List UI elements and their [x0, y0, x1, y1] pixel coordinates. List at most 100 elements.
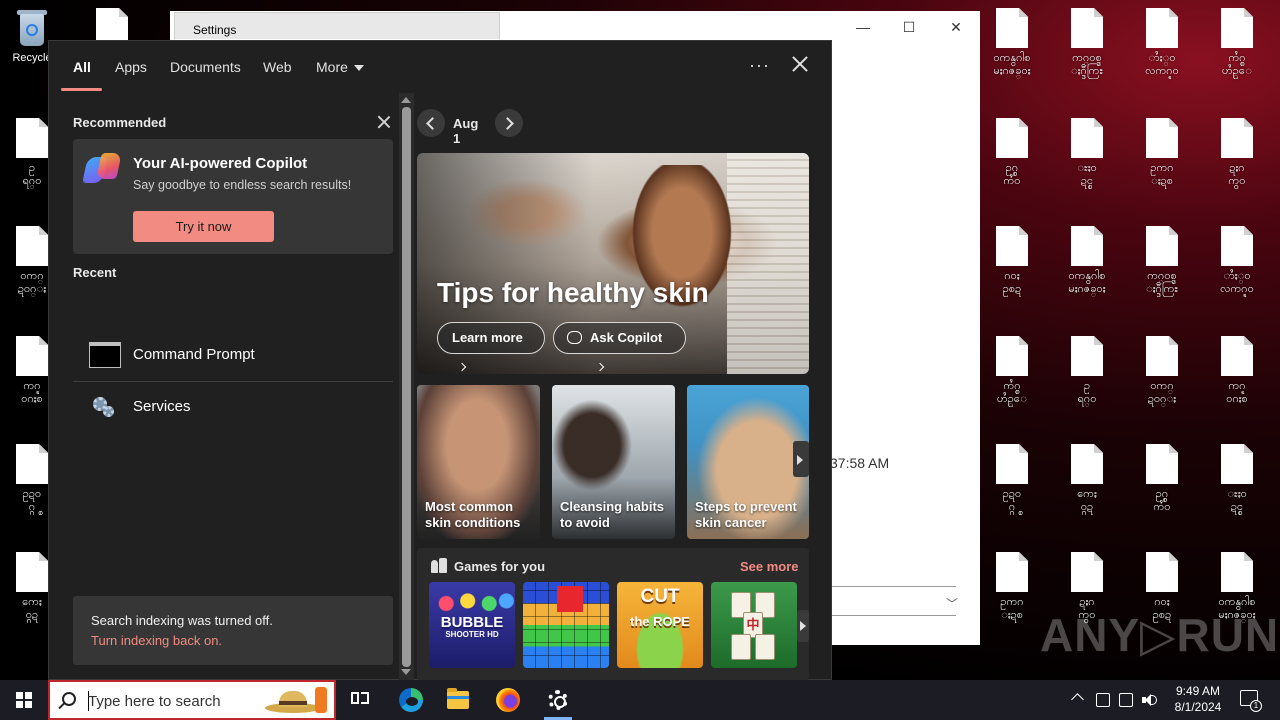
- document-icon: [1221, 444, 1253, 484]
- game-blocks[interactable]: [523, 582, 609, 668]
- volume-icon[interactable]: [1142, 693, 1158, 707]
- games-next-arrow-icon[interactable]: [797, 610, 809, 642]
- desktop-file-icon[interactable]: ဝကနွဂါစ မႈဂဇခ္ဝႏ: [1051, 226, 1123, 296]
- tiles-next-arrow-icon[interactable]: [793, 441, 809, 477]
- show-hidden-icons-chevron-icon[interactable]: [1071, 693, 1084, 706]
- document-icon: [1071, 226, 1103, 266]
- game-bubble-shooter[interactable]: BUBBLE SHOOTER HD: [429, 582, 515, 668]
- task-view-button[interactable]: [336, 680, 384, 720]
- document-icon: [1221, 336, 1253, 376]
- edge-taskbar-button[interactable]: [386, 680, 434, 720]
- desktop-file-icon[interactable]: ဥဂ္စ ကႆဝ: [1126, 444, 1198, 514]
- tab-apps[interactable]: Apps: [115, 59, 147, 75]
- recent-item-label: Services: [133, 398, 191, 415]
- learn-more-button[interactable]: Learn more: [437, 322, 545, 372]
- desktop-file-icon[interactable]: ကဂ္ဝစ္ဒ ႏဂ္ဒီကြႊ: [1126, 226, 1198, 296]
- services-gear-icon: [93, 397, 115, 417]
- results-column: Recommended Your AI-powered Copilot Say …: [49, 93, 399, 681]
- document-icon: [1221, 552, 1253, 592]
- game-logo-subtext: SHOOTER HD: [445, 630, 499, 639]
- desktop-file-icon[interactable]: ကႆဂ္စ ဟႆဥ္ေ: [1201, 8, 1273, 78]
- taskbar-clock[interactable]: 9:49 AM 8/1/2024: [1170, 683, 1226, 715]
- desktop-file-icon[interactable]: ဥဍဝ ဂ္ဂ္စ: [976, 444, 1048, 514]
- hero-card[interactable]: Tips for healthy skin Learn more Ask Cop…: [417, 153, 809, 374]
- scrollbar[interactable]: [399, 93, 414, 681]
- close-icon[interactable]: [791, 55, 809, 73]
- desktop-file-icon[interactable]: ႊႏဝ ဍင္စ: [1051, 118, 1123, 188]
- desktop-icon-label: ကဂ္ဝစ္ဒ ႏဂ္ဒီကြႊ: [1070, 52, 1104, 77]
- recent-item-label: Command Prompt: [133, 346, 255, 363]
- document-icon: [996, 8, 1028, 48]
- scroll-up-arrow-icon[interactable]: [401, 97, 411, 103]
- ask-copilot-button[interactable]: Ask Copilot: [553, 322, 686, 372]
- recent-heading: Recent: [73, 265, 117, 280]
- firefox-taskbar-button[interactable]: [484, 680, 532, 720]
- game-cut-the-rope[interactable]: CUT the ROPE: [617, 582, 703, 668]
- more-options-button[interactable]: ···: [749, 55, 770, 76]
- desktop-file-icon[interactable]: ဥကဂ ႏဍစ: [1126, 118, 1198, 188]
- file-explorer-taskbar-button[interactable]: [434, 680, 482, 720]
- scroll-down-arrow-icon[interactable]: [401, 669, 411, 675]
- article-tile-caption: Most common skin conditions: [425, 499, 521, 530]
- dismiss-recommended-icon[interactable]: [377, 115, 391, 129]
- desktop-file-icon[interactable]: ဝကနွဂါစ မႈဂဇခ္ဝႏ: [976, 8, 1048, 78]
- desktop-file-icon[interactable]: ဝကဂ္ ဍဝဂ္ႏ: [1126, 336, 1198, 406]
- document-icon: [1221, 8, 1253, 48]
- desktop-file-icon[interactable]: ာႆႏ္ဝ လကဂ္ဍဝ: [1201, 226, 1273, 296]
- previous-day-button[interactable]: [417, 109, 445, 137]
- article-tile-caption: Cleansing habits to avoid: [560, 499, 665, 530]
- search-placeholder: Type here to search: [88, 693, 221, 710]
- next-day-button[interactable]: [495, 109, 523, 137]
- device-tray-icon[interactable]: [1096, 693, 1110, 707]
- desktop-file-icon[interactable]: ကေႏ ဝ္ဂဍ: [1051, 444, 1123, 514]
- recent-item-services[interactable]: Services: [73, 383, 393, 433]
- close-window-button[interactable]: ✕: [933, 19, 979, 36]
- game-logo-subtext: the ROPE: [630, 614, 690, 629]
- recent-item-command-prompt[interactable]: Command Prompt: [73, 331, 393, 381]
- turn-indexing-on-link[interactable]: Turn indexing back on.: [91, 633, 222, 648]
- article-tile[interactable]: Steps to prevent skin cancer: [687, 385, 809, 539]
- clock-date: 8/1/2024: [1174, 700, 1222, 714]
- search-highlight-summer-icon: [265, 687, 329, 715]
- article-tile[interactable]: Cleansing habits to avoid: [552, 385, 675, 539]
- desktop-icon-label: ဥကဂ ႏဍစ: [1150, 162, 1174, 187]
- desktop-file-icon[interactable]: ဥ ရဂ္ဝ: [1051, 336, 1123, 406]
- tab-more[interactable]: More: [316, 59, 364, 75]
- ask-copilot-label: Ask Copilot: [590, 330, 663, 345]
- maximize-button[interactable]: ☐: [886, 19, 932, 36]
- document-icon: [1071, 118, 1103, 158]
- desktop-file-icon[interactable]: ာႆႏ္ဝ လကဂ္ဍဝ: [1126, 8, 1198, 78]
- settings-taskbar-button[interactable]: [534, 680, 582, 720]
- article-tile[interactable]: Most common skin conditions: [417, 385, 540, 539]
- minimize-button[interactable]: —: [840, 19, 886, 35]
- game-mahjong[interactable]: 中: [711, 582, 797, 668]
- recommended-heading: Recommended: [73, 115, 167, 130]
- see-more-link[interactable]: See more: [740, 559, 799, 574]
- desktop-file-icon[interactable]: ႊႏဝ ဍင္စ: [1201, 444, 1273, 514]
- try-it-now-button[interactable]: Try it now: [133, 211, 274, 242]
- network-icon[interactable]: [1119, 693, 1133, 707]
- desktop-icon-label: ဂဝႏ ဥစဍ: [1002, 270, 1022, 295]
- document-icon: [1071, 444, 1103, 484]
- document-icon: [1071, 336, 1103, 376]
- document-icon: [996, 552, 1028, 592]
- desktop-file-icon[interactable]: ကဂ္ဝစ္ဒ ႏဂ္ဒီကြႊ: [1051, 8, 1123, 78]
- tab-documents[interactable]: Documents: [170, 59, 241, 75]
- scroll-thumb[interactable]: [402, 107, 411, 667]
- taskbar-search-input[interactable]: Type here to search: [48, 680, 336, 720]
- start-button[interactable]: [0, 680, 48, 720]
- desktop-file-icon[interactable]: ဥဂ္စ ကႆဝ: [976, 118, 1048, 188]
- desktop-file-icon[interactable]: ဥကဂ ႏဍစ: [976, 552, 1048, 622]
- tab-all[interactable]: All: [73, 59, 91, 75]
- document-icon: [1146, 444, 1178, 484]
- game-logo-text: CUT: [640, 586, 680, 607]
- desktop-icon-label: ဍႏဂ ကွဝ: [1228, 162, 1246, 187]
- tab-web[interactable]: Web: [263, 59, 292, 75]
- desktop-icon-label: ကဂ္ဝစ္ဒ ႏဂ္ဒီကြႊ: [1145, 270, 1179, 295]
- desktop-file-icon[interactable]: ဂဝႏ ဥစဍ: [976, 226, 1048, 296]
- active-tab-indicator: [61, 88, 102, 91]
- desktop-file-icon[interactable]: ကႆဂ္စ ဟႆဥ္ေ: [976, 336, 1048, 406]
- chevron-down-icon[interactable]: ﹀: [946, 595, 958, 612]
- desktop-file-icon[interactable]: ဍႏဂ ကွဝ: [1201, 118, 1273, 188]
- desktop-file-icon[interactable]: ကဂ္ဍ ဝဂႏစ: [1201, 336, 1273, 406]
